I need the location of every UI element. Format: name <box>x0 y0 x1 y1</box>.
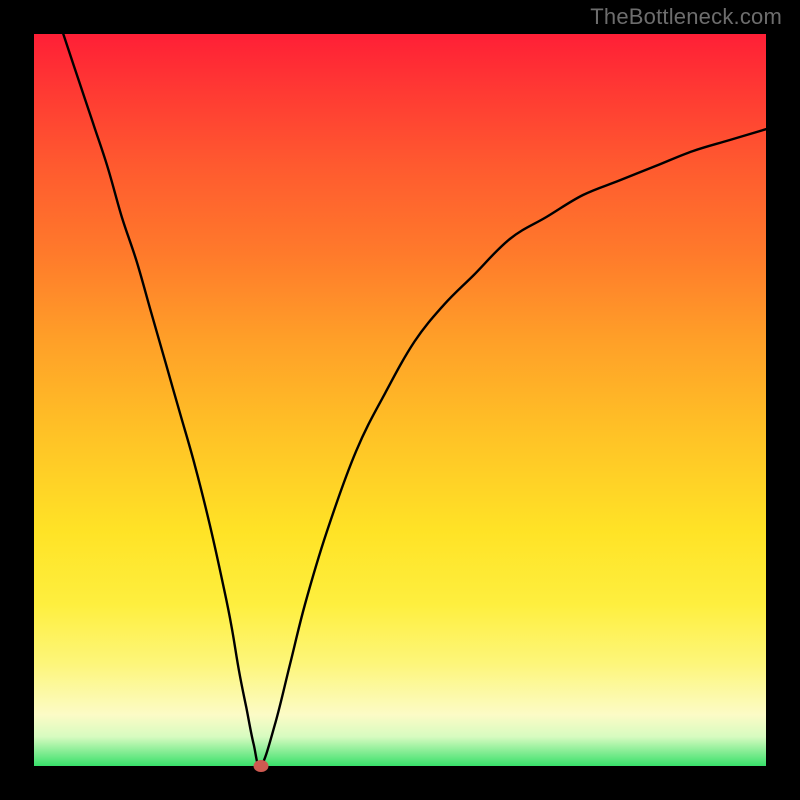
bottleneck-curve <box>34 34 766 766</box>
min-marker <box>253 760 268 772</box>
chart-frame: TheBottleneck.com <box>0 0 800 800</box>
curve-path <box>63 34 766 767</box>
plot-area <box>34 34 766 766</box>
watermark-text: TheBottleneck.com <box>590 4 782 30</box>
